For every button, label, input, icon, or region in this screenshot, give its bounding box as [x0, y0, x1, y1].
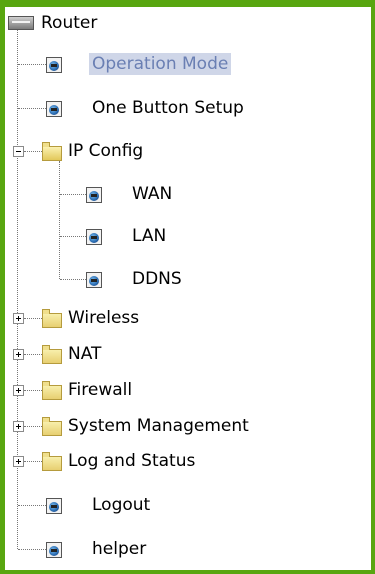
folder-icon [42, 345, 62, 364]
tree-connector [18, 64, 46, 65]
tree-item-label: DDNS [132, 269, 182, 289]
tree-connector [60, 279, 86, 280]
tree-connector [24, 390, 42, 391]
router-icon [8, 16, 34, 30]
tree-connector [17, 29, 18, 549]
tree-connector [18, 108, 46, 109]
tree-connector [24, 318, 42, 319]
expand-toggle[interactable] [13, 421, 24, 432]
tree-connector [18, 549, 46, 550]
tree-item-label: System Management [68, 416, 249, 436]
navigation-tree: Router Operation Mode One Button Setup I… [5, 7, 371, 570]
tree-item-label: IP Config [68, 141, 144, 161]
page-icon [46, 57, 62, 73]
page-icon [46, 101, 62, 117]
folder-icon [42, 309, 62, 328]
page-icon [86, 272, 102, 288]
tree-item-label: Operation Mode [89, 53, 232, 75]
tree-connector [60, 194, 86, 195]
tree-connector [18, 505, 46, 506]
expand-toggle[interactable] [13, 456, 24, 467]
page-icon [46, 542, 62, 558]
tree-item-label: WAN [132, 184, 173, 204]
tree-item-label: Firewall [68, 380, 133, 400]
tree-connector [24, 426, 42, 427]
tree-item-wireless[interactable]: Wireless [42, 303, 142, 333]
expand-toggle[interactable] [13, 385, 24, 396]
folder-icon [42, 452, 62, 471]
tree-connector [24, 151, 42, 152]
page-icon [46, 498, 62, 514]
tree-item-firewall[interactable]: Firewall [42, 375, 135, 405]
page-icon [86, 229, 102, 245]
tree-item-nat[interactable]: NAT [42, 339, 104, 369]
tree-connector [59, 161, 60, 279]
tree-item-logout[interactable]: Logout [46, 490, 153, 520]
folder-icon [42, 417, 62, 436]
tree-connector [60, 236, 86, 237]
tree-connector [24, 461, 42, 462]
tree-item-label: One Button Setup [92, 98, 244, 118]
tree-root[interactable]: Router [8, 8, 100, 38]
tree-item-label: Wireless [68, 308, 140, 328]
page-icon [86, 187, 102, 203]
expand-toggle[interactable] [13, 313, 24, 324]
tree-item-label: Logout [92, 495, 151, 515]
tree-item-lan[interactable]: LAN [86, 221, 169, 251]
tree-item-label: Log and Status [68, 451, 196, 471]
tree-item-log-and-status[interactable]: Log and Status [42, 446, 198, 476]
folder-open-icon [42, 142, 62, 161]
tree-item-ddns[interactable]: DDNS [86, 264, 185, 294]
collapse-toggle[interactable] [13, 146, 24, 157]
tree-item-operation-mode[interactable]: Operation Mode [46, 49, 232, 79]
tree-item-label: helper [92, 539, 147, 559]
tree-item-one-button-setup[interactable]: One Button Setup [46, 93, 247, 123]
tree-connector [24, 354, 42, 355]
tree-item-label: LAN [132, 226, 167, 246]
folder-icon [42, 381, 62, 400]
tree-item-ip-config[interactable]: IP Config [42, 136, 146, 166]
expand-toggle[interactable] [13, 349, 24, 360]
tree-item-system-management[interactable]: System Management [42, 411, 252, 441]
tree-item-wan[interactable]: WAN [86, 179, 175, 209]
tree-item-helper[interactable]: helper [46, 534, 149, 564]
tree-root-label: Router [41, 13, 98, 33]
tree-item-label: NAT [68, 344, 102, 364]
